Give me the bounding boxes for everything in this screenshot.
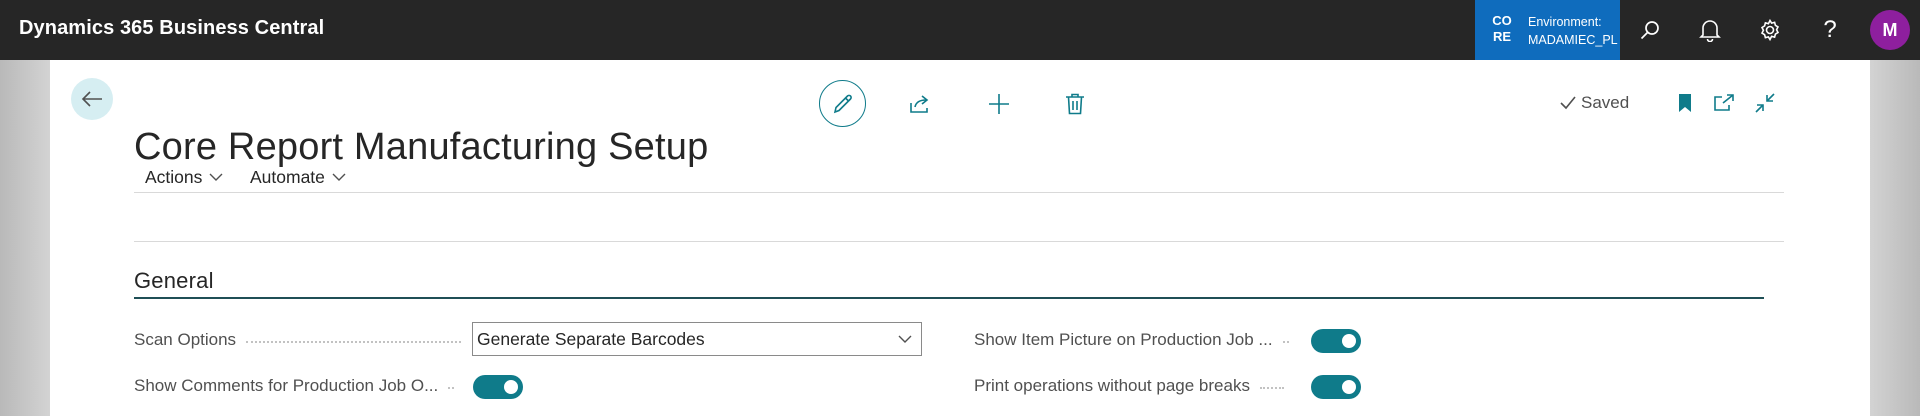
- bookmark-button[interactable]: [1670, 88, 1700, 118]
- plus-icon: [989, 94, 1009, 114]
- open-new-window-button[interactable]: [1709, 88, 1739, 118]
- help-button[interactable]: ?: [1800, 0, 1860, 60]
- back-button[interactable]: [71, 78, 113, 120]
- chevron-down-icon: [898, 335, 912, 343]
- trash-icon: [1066, 93, 1084, 115]
- label-leader: [246, 341, 462, 343]
- top-bar: Dynamics 365 Business Central CO RE Envi…: [0, 0, 1920, 60]
- environment-code-line2: RE: [1492, 29, 1512, 44]
- chevron-down-icon: [209, 173, 223, 181]
- search-icon: [1640, 21, 1659, 40]
- divider-menu: [134, 241, 1784, 242]
- app-title[interactable]: Dynamics 365 Business Central: [19, 0, 324, 56]
- field-label-show-item-picture: Show Item Picture on Production Job ...: [974, 330, 1289, 350]
- settings-button[interactable]: [1740, 0, 1800, 60]
- scan-options-value: Generate Separate Barcodes: [477, 328, 705, 349]
- environment-label: Environment:: [1528, 15, 1602, 29]
- menu-automate-label: Automate: [250, 166, 325, 187]
- chevron-down-icon: [332, 173, 346, 181]
- field-label-print-operations: Print operations without page breaks: [974, 376, 1284, 396]
- new-button[interactable]: [975, 80, 1023, 128]
- page-panel: Saved Core Report Manufacturing Setup Ac…: [50, 60, 1870, 416]
- environment-badge[interactable]: CO RE Environment: MADAMIEC_PL: [1475, 0, 1620, 60]
- scan-options-select[interactable]: Generate Separate Barcodes: [472, 322, 922, 356]
- print-operations-toggle[interactable]: [1311, 375, 1361, 399]
- field-label-show-comments: Show Comments for Production Job O...: [134, 376, 455, 396]
- search-button[interactable]: [1620, 0, 1680, 60]
- environment-code: CO RE: [1491, 13, 1513, 45]
- print-operations-label-text: Print operations without page breaks: [974, 376, 1250, 395]
- environment-text: Environment: MADAMIEC_PL: [1528, 13, 1618, 49]
- notifications-button[interactable]: [1680, 0, 1740, 60]
- section-title-general[interactable]: General: [134, 268, 214, 294]
- show-item-picture-label-text: Show Item Picture on Production Job ...: [974, 330, 1273, 349]
- checkmark-icon: [1560, 96, 1576, 110]
- bell-icon: [1699, 20, 1721, 42]
- field-label-scan-options: Scan Options: [134, 330, 462, 350]
- show-comments-label-text: Show Comments for Production Job O...: [134, 376, 439, 395]
- open-in-new-window-icon: [1714, 94, 1734, 111]
- gear-icon: [1760, 18, 1780, 42]
- edit-button[interactable]: [819, 80, 866, 127]
- avatar[interactable]: M: [1870, 10, 1910, 50]
- share-icon: [910, 95, 929, 113]
- share-button[interactable]: [896, 80, 944, 128]
- label-leader: [1259, 387, 1284, 389]
- show-item-picture-toggle[interactable]: [1311, 329, 1361, 353]
- collapse-button[interactable]: [1750, 88, 1780, 118]
- save-status-text: Saved: [1581, 93, 1630, 112]
- menu-automate[interactable]: Automate: [250, 159, 347, 195]
- section-underline: [134, 297, 1764, 299]
- collapse-icon: [1755, 93, 1775, 113]
- menu-actions[interactable]: Actions: [145, 159, 224, 195]
- bookmark-icon: [1679, 94, 1691, 112]
- scan-options-label-text: Scan Options: [134, 330, 237, 349]
- help-icon: ?: [1823, 16, 1837, 43]
- save-status: Saved: [1559, 90, 1629, 116]
- pencil-icon: [833, 94, 852, 113]
- divider-top: [134, 192, 1784, 193]
- show-comments-toggle[interactable]: [473, 375, 523, 399]
- menu-actions-label: Actions: [145, 166, 203, 187]
- label-leader: [1282, 341, 1289, 343]
- environment-name: MADAMIEC_PL: [1528, 33, 1618, 47]
- arrow-left-icon: [81, 91, 102, 107]
- delete-button[interactable]: [1051, 80, 1099, 128]
- label-leader: [448, 387, 455, 389]
- environment-code-line1: CO: [1492, 13, 1512, 28]
